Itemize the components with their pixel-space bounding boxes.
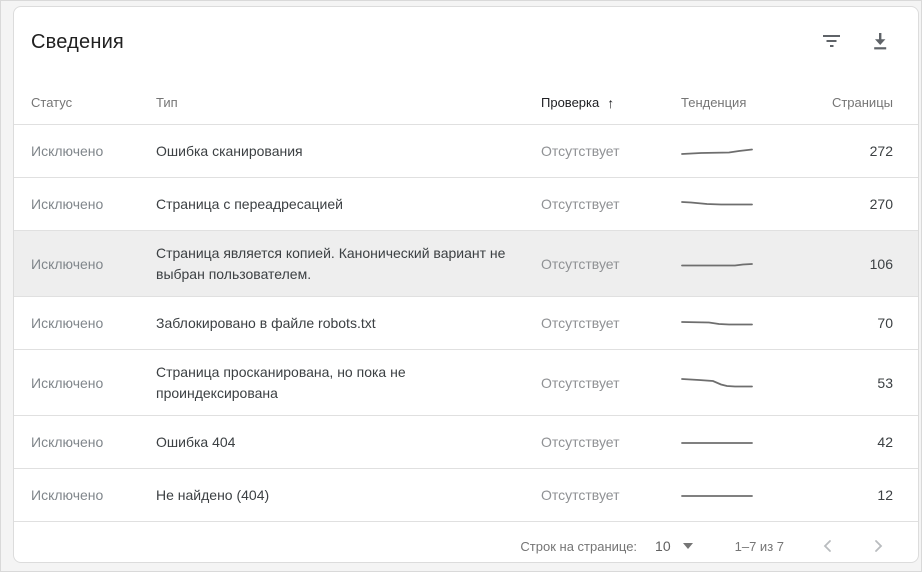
card-header: Сведения (14, 7, 918, 81)
status-cell: Исключено (31, 315, 104, 331)
type-cell: Не найдено (404) (156, 486, 270, 503)
validation-cell: Отсутствует (541, 196, 620, 212)
download-icon[interactable] (870, 31, 890, 51)
trend-sparkline (681, 197, 831, 211)
validation-cell: Отсутствует (541, 143, 620, 159)
page: Сведения Статус Тип Проверка ↑ Тенденция… (0, 0, 922, 572)
filter-icon[interactable] (822, 31, 842, 51)
validation-cell: Отсутствует (541, 487, 620, 503)
type-cell: Страница является копией. Канонический в… (156, 244, 506, 282)
trend-sparkline (681, 376, 831, 390)
sort-ascending-icon: ↑ (607, 94, 615, 111)
type-cell: Страница с переадресацией (156, 195, 343, 212)
type-cell: Страница просканирована, но пока не прои… (156, 363, 406, 401)
trend-sparkline (681, 316, 831, 330)
type-cell: Ошибка сканирования (156, 142, 303, 159)
details-card: Сведения Статус Тип Проверка ↑ Тенденция… (13, 6, 919, 563)
rows-per-page-select[interactable]: 10 (655, 538, 671, 554)
pages-cell: 106 (869, 255, 893, 272)
column-header-trend[interactable]: Тенденция (681, 95, 831, 110)
status-cell: Исключено (31, 196, 104, 212)
type-cell: Ошибка 404 (156, 433, 236, 450)
status-cell: Исключено (31, 487, 104, 503)
toolbar (822, 31, 890, 51)
trend-sparkline (681, 257, 831, 271)
table-row[interactable]: Исключено Ошибка сканирования Отсутствуе… (14, 125, 918, 178)
pages-cell: 53 (877, 374, 893, 391)
pages-cell: 42 (877, 434, 893, 450)
pages-cell: 272 (869, 143, 893, 159)
status-cell: Исключено (31, 434, 104, 450)
pages-cell: 270 (869, 196, 893, 212)
validation-cell: Отсутствует (541, 374, 620, 391)
validation-cell: Отсутствует (541, 255, 620, 272)
table-header-row: Статус Тип Проверка ↑ Тенденция Страницы (14, 81, 918, 125)
status-cell: Исключено (31, 374, 104, 391)
table-row[interactable]: Исключено Ошибка 404 Отсутствует 42 (14, 416, 918, 469)
next-page-icon[interactable] (868, 536, 888, 556)
trend-sparkline (681, 144, 831, 158)
pages-cell: 12 (877, 487, 893, 503)
status-cell: Исключено (31, 255, 104, 272)
pagination-range: 1–7 из 7 (734, 538, 784, 554)
table-row[interactable]: Исключено Страница просканирована, но по… (14, 350, 918, 416)
column-header-pages[interactable]: Страницы (831, 95, 893, 110)
status-cell: Исключено (31, 143, 104, 159)
trend-sparkline (681, 435, 831, 449)
previous-page-icon[interactable] (818, 536, 838, 556)
rows-per-page-label: Строк на странице: (520, 538, 638, 554)
table-footer: Строк на странице: 10 1–7 из 7 (14, 522, 918, 562)
column-header-type[interactable]: Тип (156, 95, 541, 110)
trend-sparkline (681, 488, 831, 502)
table-row[interactable]: Исключено Страница с переадресацией Отсу… (14, 178, 918, 231)
column-header-validation[interactable]: Проверка ↑ (541, 95, 681, 111)
validation-cell: Отсутствует (541, 315, 620, 331)
table-row[interactable]: Исключено Заблокировано в файле robots.t… (14, 297, 918, 350)
pages-cell: 70 (877, 315, 893, 331)
dropdown-arrow-icon[interactable] (682, 543, 693, 549)
type-cell: Заблокировано в файле robots.txt (156, 314, 376, 331)
page-title: Сведения (31, 31, 124, 53)
table-row[interactable]: Исключено Страница является копией. Кано… (14, 231, 918, 297)
table-body: Исключено Ошибка сканирования Отсутствуе… (14, 125, 918, 522)
validation-cell: Отсутствует (541, 434, 620, 450)
pagination-controls (818, 536, 888, 556)
table-row[interactable]: Исключено Не найдено (404) Отсутствует 1… (14, 469, 918, 522)
column-header-status[interactable]: Статус (31, 95, 156, 110)
